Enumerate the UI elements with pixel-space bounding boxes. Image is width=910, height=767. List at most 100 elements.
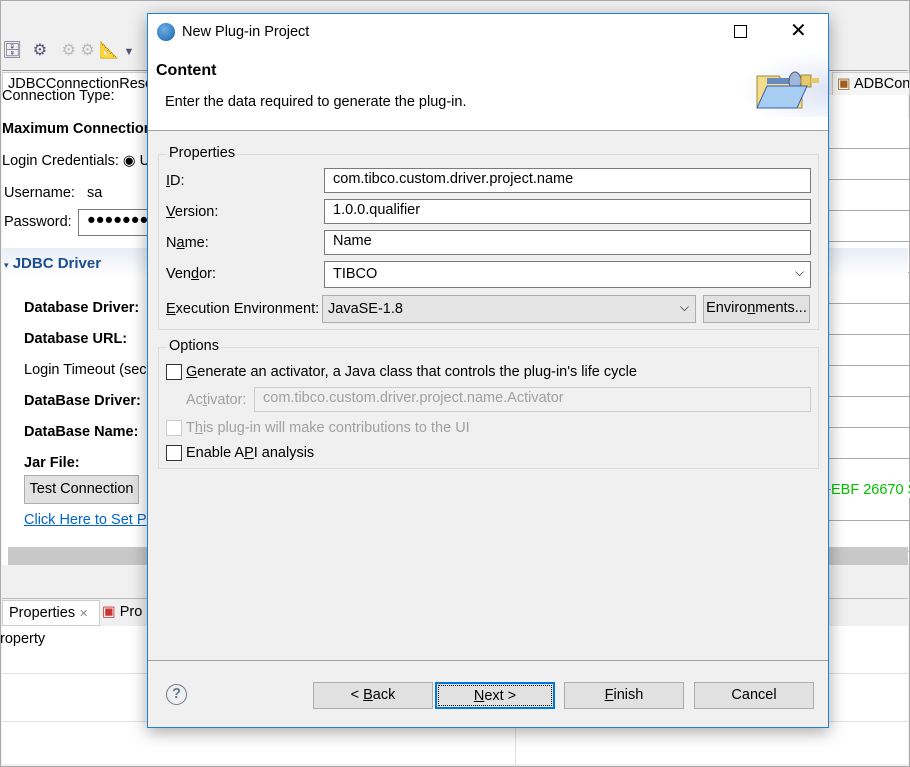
plugin-folder-icon [756, 71, 819, 109]
name-label: Name: [166, 235, 209, 251]
label-part: xecution Environment: [175, 301, 320, 317]
vendor-value: TIBCO [333, 266, 378, 282]
label-part: a [176, 235, 185, 251]
ui-contributions-checkbox[interactable] [166, 420, 182, 436]
tab-label: Properties [9, 605, 76, 621]
label-part: D: [170, 173, 185, 189]
login-credentials-label: Login Credentials: [2, 153, 119, 169]
api-analysis-label[interactable]: Enable API analysis [186, 445, 314, 461]
login-timeout-label: Login Timeout (sec [24, 362, 147, 378]
database-url-label: Database URL: [24, 331, 128, 347]
back-button[interactable]: < Back [313, 682, 433, 709]
dialog-header: Content Enter the data required to gener… [148, 51, 828, 131]
version-input[interactable]: 1.0.0.qualifier [324, 199, 811, 224]
label-part: ments... [755, 300, 807, 316]
jdbc-driver-section[interactable]: ▾ JDBC Driver [4, 255, 101, 272]
database-name-label: DataBase Name: [24, 424, 139, 440]
tab-properties[interactable]: Properties ✕ [2, 600, 100, 626]
close-icon[interactable]: ✕ [79, 608, 88, 620]
label-part: < [350, 687, 364, 703]
maximize-icon[interactable] [734, 25, 747, 38]
password-label: Password: [4, 214, 72, 230]
settings-icon[interactable]: ⚙ [33, 42, 47, 59]
label-part: F [604, 687, 614, 703]
driver-rows: Database Driver: Database URL: Login Tim… [24, 293, 147, 479]
activator-input[interactable]: com.tibco.custom.driver.project.name.Act… [254, 387, 811, 412]
label-part: ack [372, 687, 396, 703]
vendor-combo[interactable]: TIBCO ⌵ [324, 261, 811, 288]
connection-type-label: Connection Type: [2, 88, 115, 104]
cancel-button[interactable]: Cancel [694, 682, 814, 709]
environments-button[interactable]: Environments... [703, 295, 810, 323]
header-description: Enter the data required to generate the … [165, 94, 467, 110]
exec-env-label: Execution Environment: [166, 301, 319, 317]
ruler-icon[interactable]: 📐 [99, 42, 119, 59]
label-part: Enable A [186, 445, 245, 461]
database-driver2-label: DataBase Driver: [24, 393, 141, 409]
label-part: P [244, 445, 254, 461]
label-part: B [363, 687, 373, 703]
label-part: I analysis [253, 445, 315, 461]
ui-contributions-label: This plug-in will make contributions to … [186, 420, 470, 436]
label-part: enerate an activator, a Java class that … [197, 364, 637, 380]
label-part: N [473, 688, 485, 704]
next-button[interactable]: Next > [435, 682, 555, 709]
finish-button[interactable]: Finish [564, 682, 684, 709]
toolbar: 🗄 ⚙ ⚙ ⚙ 📐 ▼ [2, 40, 134, 60]
exec-env-select[interactable]: JavaSE-1.8 ⌵ [322, 295, 696, 323]
label-part: ext > [484, 688, 517, 704]
label-part: ersion: [174, 204, 219, 220]
label-part: ivator: [206, 392, 247, 408]
database-driver-label: Database Driver: [24, 300, 140, 316]
dialog-title: New Plug-in Project [182, 24, 310, 40]
tab-problems[interactable]: ▣ Pro [102, 604, 142, 620]
tab-label: ADBCon [853, 76, 910, 92]
chevron-down-icon: ⌵ [679, 300, 689, 314]
label-part: me: [184, 235, 209, 251]
max-connection-label: Maximum Connection [2, 121, 153, 137]
name-input[interactable]: Name [324, 230, 811, 255]
vendor-label: Vendor: [166, 266, 216, 282]
tab-label: Pro [119, 604, 143, 620]
api-analysis-checkbox[interactable] [166, 445, 182, 461]
label-part: V [166, 204, 175, 220]
problems-icon: ▣ [102, 604, 116, 620]
gear-icon[interactable]: ⚙ ⚙ [62, 42, 95, 59]
label-part: Ven [166, 266, 191, 282]
label-part: G [186, 364, 198, 380]
close-icon[interactable]: ✕ [790, 18, 807, 43]
radio-button[interactable]: ◉ [123, 153, 136, 169]
exec-env-value: JavaSE-1.8 [328, 301, 403, 317]
set-link[interactable]: Click Here to Set P [24, 512, 147, 528]
test-connection-button[interactable]: Test Connection [24, 475, 139, 504]
id-label: ID: [166, 173, 185, 189]
version-label: Version: [166, 204, 218, 220]
label-part: N [166, 235, 177, 251]
section-title: JDBC Driver [12, 255, 102, 272]
options-group-label: Options [167, 338, 221, 354]
generate-activator-label[interactable]: Generate an activator, a Java class that… [186, 364, 637, 380]
database-icon[interactable]: 🗄 [2, 42, 22, 59]
title-bar: New Plug-in Project ✕ [148, 14, 828, 51]
label-part: T [186, 420, 195, 436]
collapse-icon: ▾ [4, 260, 9, 270]
dropdown-icon[interactable]: ▼ [124, 46, 135, 58]
label-part: Enviro [706, 300, 748, 316]
login-credentials-row: Login Credentials: ◉ U [2, 153, 150, 169]
adbc-icon: ▣ [837, 76, 851, 92]
label-part: inish [613, 687, 644, 703]
properties-group-label: Properties [167, 145, 238, 161]
chevron-down-icon: ⌵ [794, 265, 804, 279]
password-input[interactable]: ●●●●●●● [78, 209, 158, 236]
generate-activator-checkbox[interactable] [166, 364, 182, 380]
header-title: Content [156, 62, 217, 79]
tab-adbc[interactable]: ▣ ADBCon [832, 72, 910, 96]
label-part: d [191, 266, 200, 282]
label-part: E [166, 301, 176, 317]
property-column-header: roperty [0, 631, 46, 647]
help-icon[interactable]: ? [166, 684, 187, 705]
label-part: or: [199, 266, 216, 282]
new-plugin-project-dialog: New Plug-in Project ✕ Content Enter the … [147, 13, 829, 728]
id-input[interactable]: com.tibco.custom.driver.project.name [324, 168, 811, 193]
username-value: sa [87, 185, 103, 201]
